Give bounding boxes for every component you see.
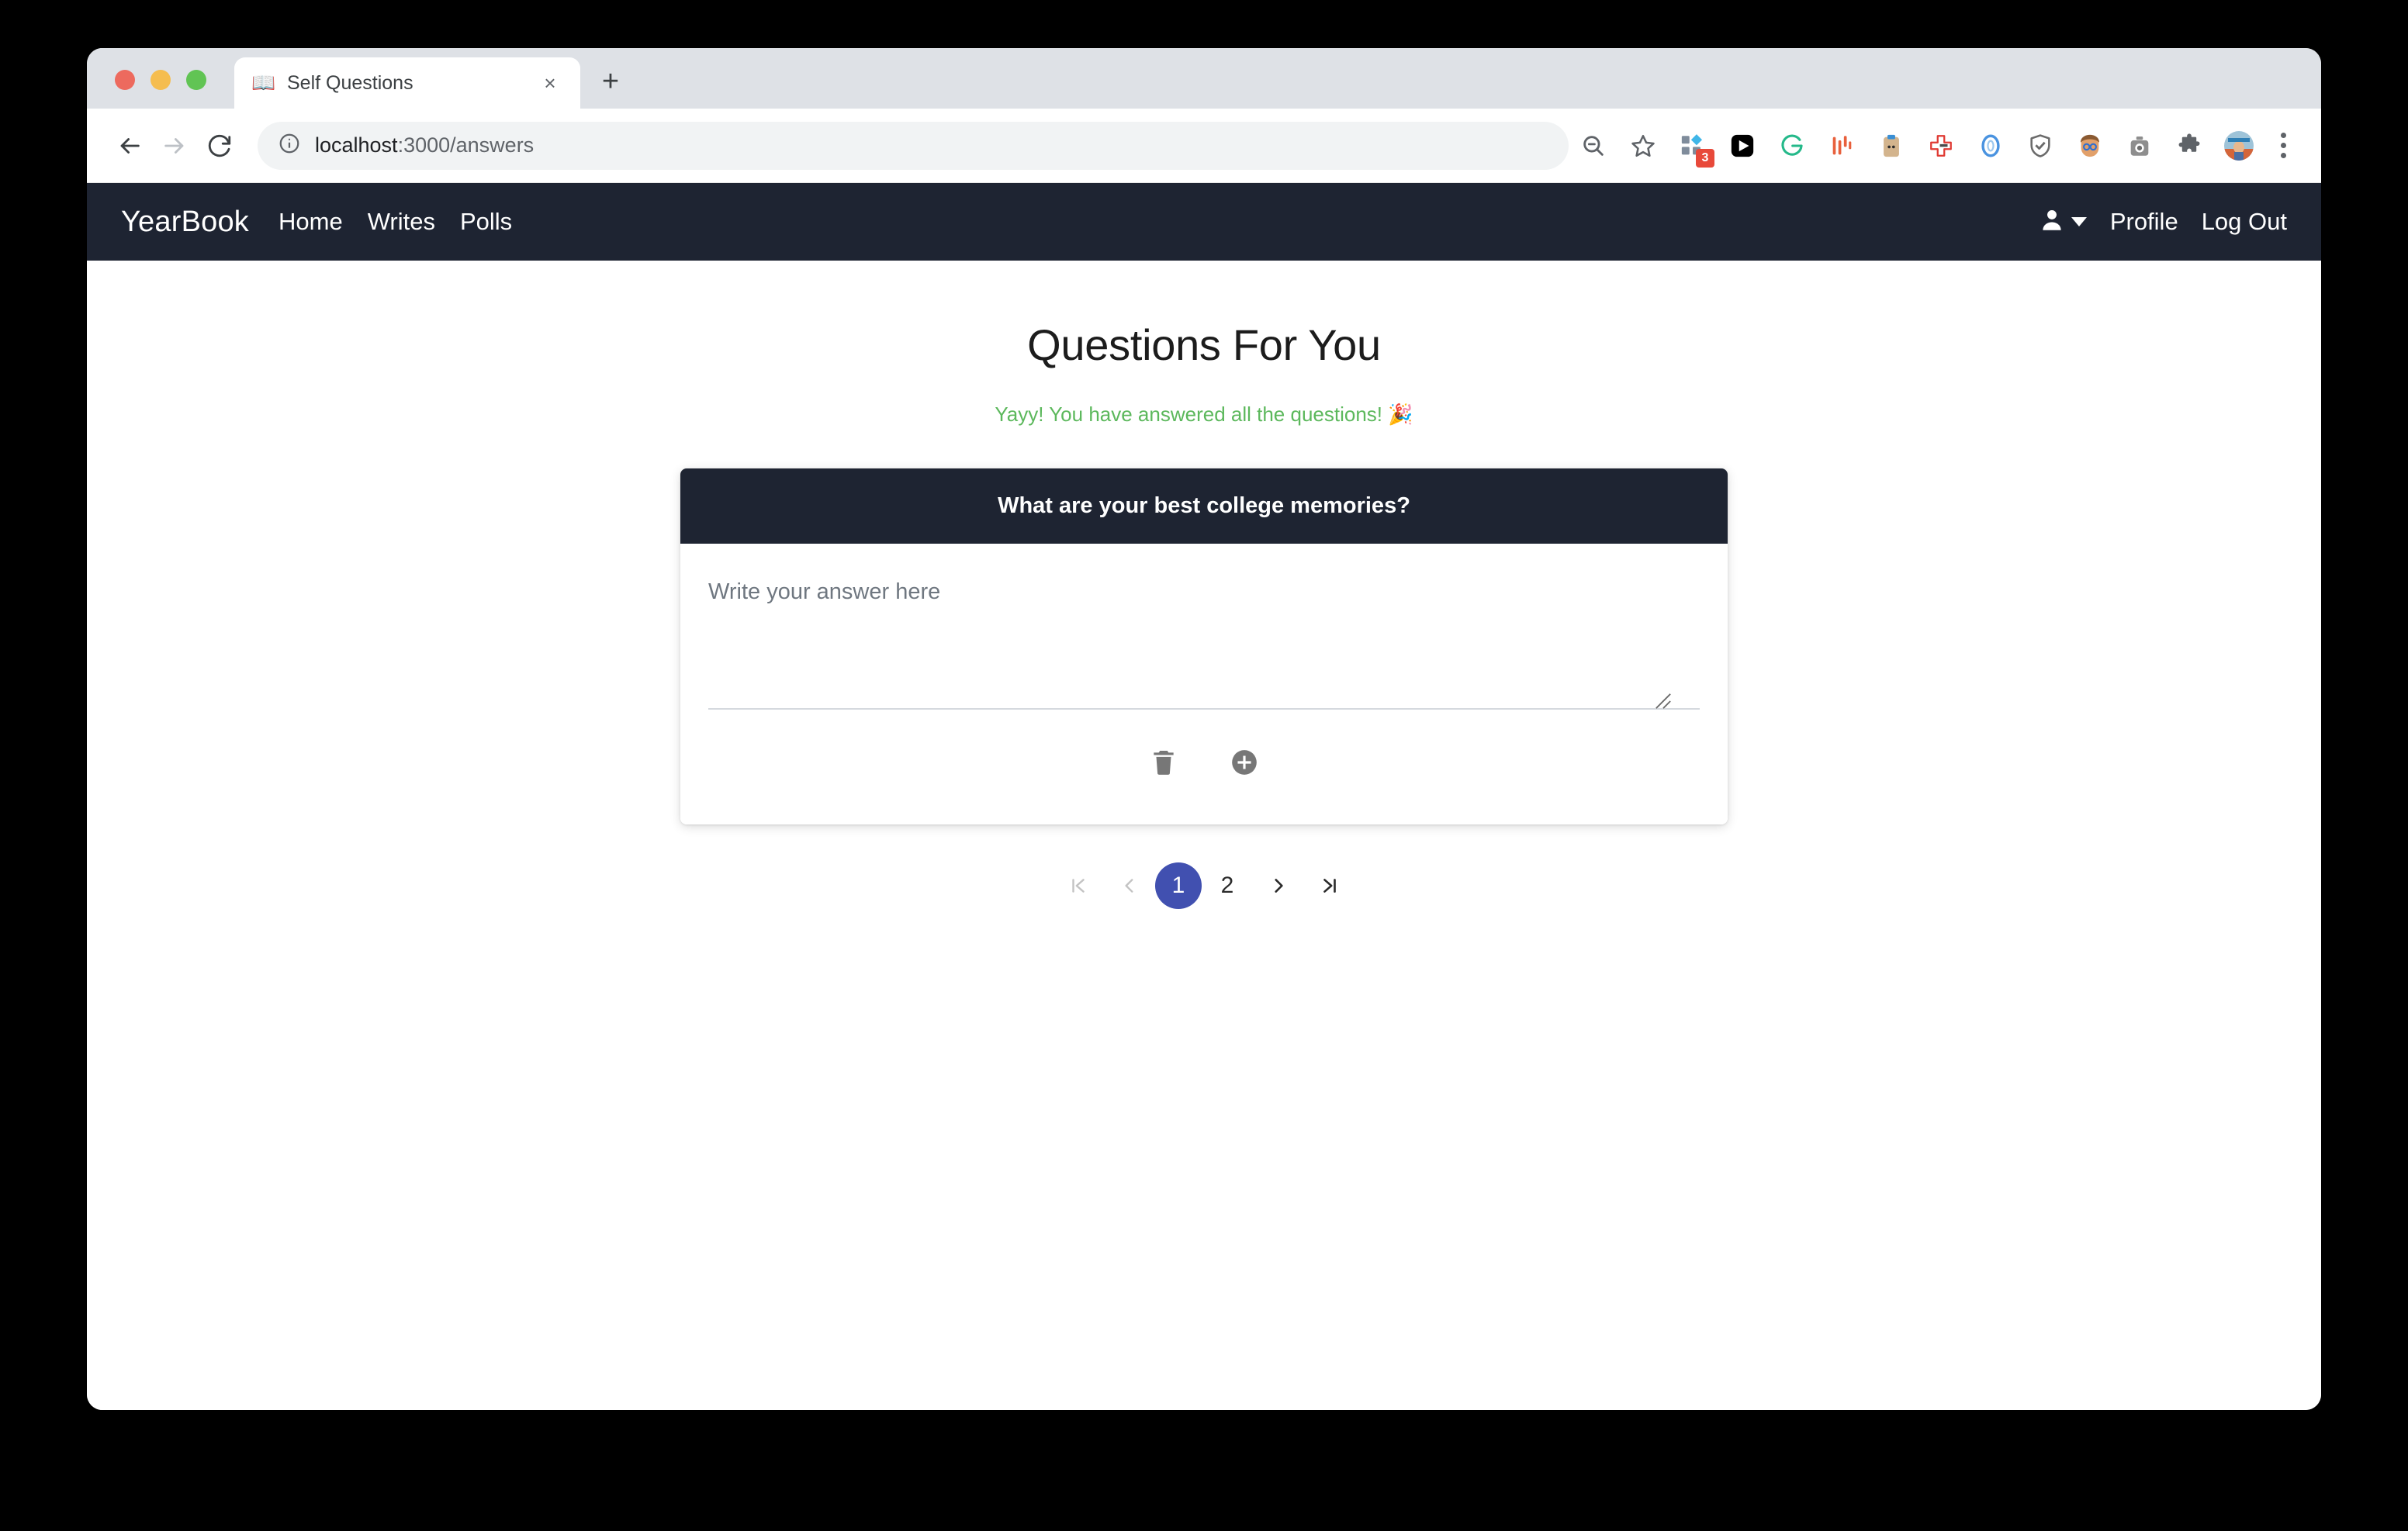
forward-arrow-icon[interactable] xyxy=(152,123,197,168)
card-actions xyxy=(708,710,1700,824)
info-circle-icon[interactable] xyxy=(278,132,301,159)
browser-toolbar: localhost:3000/answers 3 xyxy=(87,109,2321,183)
health-cross-extension-icon[interactable] xyxy=(1916,121,1966,171)
navbar-right: Profile Log Out xyxy=(2039,207,2287,237)
browser-tab[interactable]: 📖 Self Questions × xyxy=(234,57,580,109)
notes-extension-icon[interactable] xyxy=(1867,121,1916,171)
nav-link-profile[interactable]: Profile xyxy=(2110,208,2178,236)
plus-circle-icon[interactable] xyxy=(1226,744,1263,781)
puzzle-extensions-icon[interactable] xyxy=(2164,121,2214,171)
window-close-button[interactable] xyxy=(115,70,135,90)
face-avatar-extension-icon[interactable] xyxy=(2065,121,2115,171)
chevron-down-icon xyxy=(2071,217,2087,226)
pagination-last-button[interactable] xyxy=(1304,860,1355,911)
new-tab-button[interactable]: + xyxy=(593,64,628,99)
window-traffic-lights xyxy=(115,70,206,90)
pagination-page-1[interactable]: 1 xyxy=(1155,862,1202,909)
profile-avatar-icon[interactable] xyxy=(2214,121,2264,171)
answer-input[interactable] xyxy=(708,579,1700,710)
url-path: :3000/answers xyxy=(397,133,535,157)
nav-link-home[interactable]: Home xyxy=(279,208,343,236)
nav-link-writes[interactable]: Writes xyxy=(368,208,435,236)
zoom-out-icon[interactable] xyxy=(1569,121,1618,171)
three-dots-menu-icon[interactable] xyxy=(2264,121,2302,171)
grid-extension-icon[interactable]: 3 xyxy=(1668,121,1718,171)
video-play-extension-icon[interactable] xyxy=(1718,121,1767,171)
question-card: What are your best college memories? xyxy=(680,468,1728,824)
user-dropdown-toggle[interactable] xyxy=(2039,207,2087,237)
back-arrow-icon[interactable] xyxy=(107,123,152,168)
nav-link-logout[interactable]: Log Out xyxy=(2202,208,2287,236)
main-content: Questions For You Yayy! You have answere… xyxy=(87,261,2321,1410)
user-person-icon xyxy=(2039,207,2065,237)
tab-close-icon[interactable]: × xyxy=(537,70,563,96)
blue-ring-extension-icon[interactable] xyxy=(1966,121,2015,171)
pagination-first-button[interactable] xyxy=(1053,860,1104,911)
pagination-prev-button[interactable] xyxy=(1104,860,1155,911)
url-host: localhost xyxy=(315,133,398,157)
reload-icon[interactable] xyxy=(197,123,242,168)
success-message: Yayy! You have answered all the question… xyxy=(995,403,1413,426)
pagination: 1 2 xyxy=(87,860,2321,911)
pagination-page-2[interactable]: 2 xyxy=(1202,860,1253,911)
window-minimize-button[interactable] xyxy=(150,70,171,90)
url-text: localhost:3000/answers xyxy=(315,133,534,157)
question-card-body xyxy=(680,544,1728,824)
question-text: What are your best college memories? xyxy=(680,468,1728,544)
tab-favicon-icon: 📖 xyxy=(251,72,276,94)
site-navbar: YearBook Home Writes Polls Profile Log O… xyxy=(87,183,2321,261)
url-bar[interactable]: localhost:3000/answers xyxy=(258,121,1569,170)
web-page: YearBook Home Writes Polls Profile Log O… xyxy=(87,183,2321,1410)
pagination-next-button[interactable] xyxy=(1253,860,1304,911)
shield-extension-icon[interactable] xyxy=(2015,121,2065,171)
toolbar-extensions: 3 xyxy=(1569,121,2302,171)
nav-link-polls[interactable]: Polls xyxy=(460,208,512,236)
tab-strip: 📖 Self Questions × + xyxy=(87,48,2321,109)
brand-logo[interactable]: YearBook xyxy=(121,206,249,239)
trash-icon[interactable] xyxy=(1145,744,1182,781)
tab-title: Self Questions xyxy=(287,71,413,94)
nav-links: Home Writes Polls xyxy=(279,208,512,236)
page-title: Questions For You xyxy=(1027,320,1381,369)
bookmark-star-icon[interactable] xyxy=(1618,121,1668,171)
grammarly-extension-icon[interactable] xyxy=(1767,121,1817,171)
camera-extension-icon[interactable] xyxy=(2115,121,2164,171)
browser-window: 📖 Self Questions × + localhost:3000/answ… xyxy=(87,48,2321,1410)
window-maximize-button[interactable] xyxy=(186,70,206,90)
bars-extension-icon[interactable] xyxy=(1817,121,1867,171)
extension-badge-count: 3 xyxy=(1696,148,1714,168)
